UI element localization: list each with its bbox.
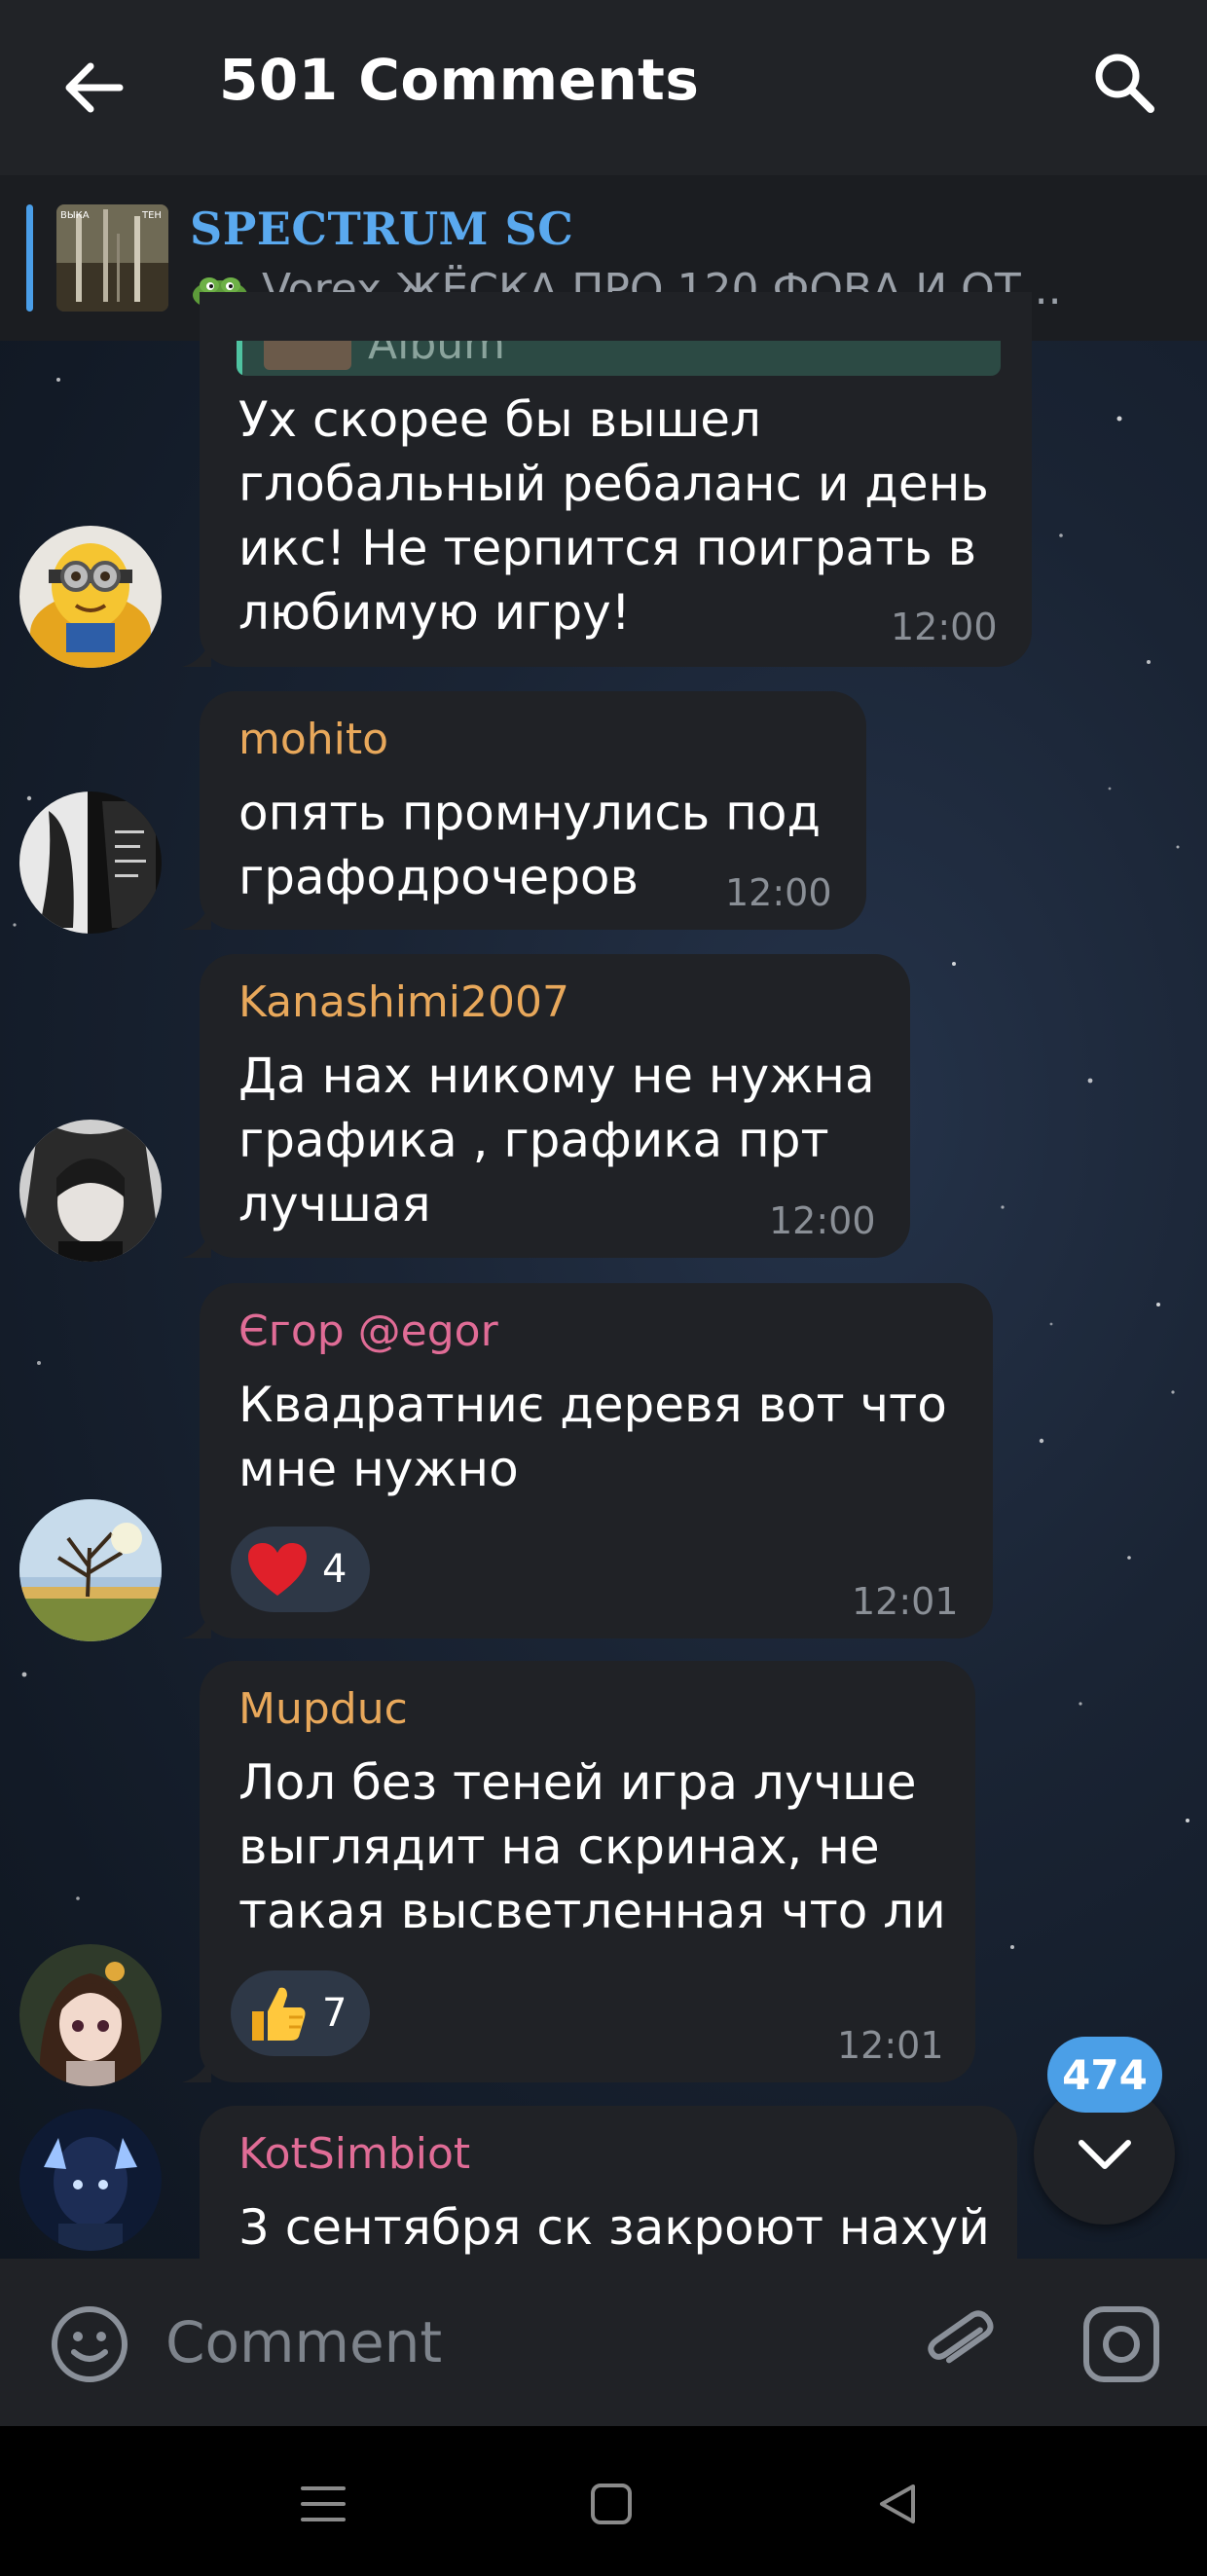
sender-name[interactable]: Єгор @egor <box>238 1306 498 1356</box>
message-bubble[interactable]: Album Ух скорее бы вышел глобальный реба… <box>182 292 1032 667</box>
sender-name[interactable]: mohito <box>238 715 388 764</box>
avatar[interactable] <box>19 791 162 934</box>
pinned-channel-name: SPECTRUM SC <box>190 202 574 255</box>
menu-lines-icon <box>301 2486 346 2521</box>
sender-name[interactable]: Mupduc <box>238 1684 408 1734</box>
page-title: 501 Comments <box>219 47 700 113</box>
system-nav-bar <box>0 2426 1207 2576</box>
attach-button[interactable] <box>919 2303 1001 2385</box>
heart-icon <box>248 1543 307 1596</box>
sender-name[interactable]: Kanashimi2007 <box>238 977 569 1027</box>
quoted-album[interactable]: Album <box>237 341 1001 376</box>
bubble-tail <box>182 901 211 930</box>
avatar[interactable] <box>19 1499 162 1641</box>
back-triangle-icon <box>880 2484 915 2523</box>
thumbs-up-icon <box>252 1987 306 2041</box>
pinned-accent-line <box>26 204 33 312</box>
arrow-left-icon <box>65 62 124 113</box>
message-time: 12:00 <box>769 1199 876 1242</box>
app-header: 501 Comments <box>0 0 1207 175</box>
emoji-icon <box>52 2306 128 2382</box>
bubble-tail <box>182 1609 211 1638</box>
bubble-tail <box>182 1229 211 1258</box>
avatar[interactable] <box>19 1120 162 1262</box>
message-time: 12:00 <box>725 871 832 914</box>
camera-button[interactable] <box>1080 2303 1162 2385</box>
chevron-down-icon <box>1078 2139 1131 2169</box>
bubble-tail <box>182 638 211 667</box>
message-bubble[interactable]: Kanashimi2007 Да нах никому не нужна гра… <box>182 954 910 1258</box>
message-time: 12:00 <box>891 606 998 648</box>
instagram-camera-icon <box>1083 2306 1159 2382</box>
pinned-thumbnail: ВЫКА ТЕН <box>56 204 168 312</box>
message-bubble[interactable]: mohito опять промнулись под графодрочеро… <box>182 691 866 930</box>
avatar[interactable] <box>19 2109 162 2251</box>
message-text: Квадратниє деревя вот что мне нужно <box>238 1377 947 1497</box>
sender-name[interactable]: KotSimbiot <box>238 2129 470 2179</box>
reaction-count: 7 <box>322 1991 347 2036</box>
message-bubble[interactable]: Єгор @egor Квадратниє деревя вот что мне… <box>182 1283 993 1638</box>
bubble-tail <box>182 2053 211 2082</box>
search-icon <box>1095 54 1154 113</box>
message-text: Лол без теней игра лучше выглядит на скр… <box>238 1754 946 1939</box>
message-bubble[interactable]: Mupduc Лол без теней игра лучше выглядит… <box>182 1661 975 2082</box>
emoji-button[interactable] <box>49 2303 130 2385</box>
search-button[interactable] <box>1080 39 1168 127</box>
comment-input[interactable] <box>165 2298 886 2387</box>
reaction-count: 4 <box>322 1547 347 1592</box>
avatar[interactable] <box>19 1944 162 2086</box>
reaction-thumbs-up[interactable]: 7 <box>231 1970 371 2056</box>
thumb-label-right: ТЕН <box>141 210 162 221</box>
home-square-icon <box>591 2484 632 2524</box>
message-time: 12:01 <box>852 1580 959 1623</box>
quoted-album-label: Album <box>368 341 506 369</box>
message-time: 12:01 <box>837 2024 944 2067</box>
message-text: Ух скорее бы вышел глобальный ребаланс и… <box>238 391 989 641</box>
home-button[interactable] <box>572 2465 650 2543</box>
back-button[interactable] <box>49 44 136 131</box>
paperclip-icon <box>928 2310 994 2364</box>
message-text: 3 сентября ск закроют нахуй <box>238 2199 990 2256</box>
unread-count-badge[interactable]: 474 <box>1047 2037 1162 2113</box>
thumb-label-left: ВЫКА <box>60 210 90 221</box>
back-nav-button[interactable] <box>859 2465 936 2543</box>
comment-composer <box>0 2259 1207 2426</box>
recent-apps-button[interactable] <box>284 2465 362 2543</box>
avatar[interactable] <box>19 526 162 668</box>
reaction-heart[interactable]: 4 <box>231 1527 371 1612</box>
